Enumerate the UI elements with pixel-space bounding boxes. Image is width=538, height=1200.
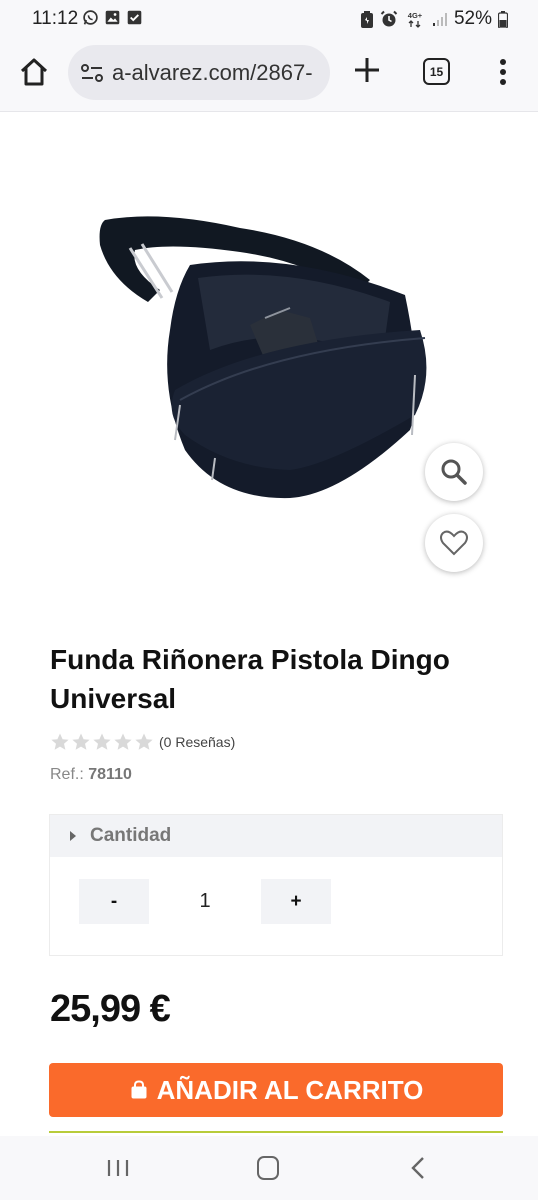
product-rating[interactable]: (0 Reseñas) xyxy=(50,732,235,752)
quantity-header[interactable]: Cantidad xyxy=(50,815,502,857)
system-nav-bar xyxy=(0,1136,538,1200)
new-tab-icon[interactable] xyxy=(352,55,382,85)
site-settings-icon[interactable] xyxy=(80,61,104,85)
reviews-count[interactable]: (0 Reseñas) xyxy=(159,734,235,750)
star-icon xyxy=(93,733,111,750)
quantity-panel: Cantidad - 1 + xyxy=(49,814,503,956)
home-nav-icon[interactable] xyxy=(257,1156,279,1180)
heart-icon xyxy=(440,530,468,556)
quantity-value[interactable]: 1 xyxy=(170,879,240,924)
add-to-cart-label: AÑADIR AL CARRITO xyxy=(156,1074,424,1105)
quantity-label: Cantidad xyxy=(90,825,172,846)
status-bar: 11:12 4G+ 52% xyxy=(0,0,538,36)
star-icon xyxy=(114,733,132,750)
star-icon xyxy=(51,733,69,750)
whatsapp-icon xyxy=(83,10,98,25)
status-right: 4G+ 52% xyxy=(360,8,508,30)
browser-toolbar: a-alvarez.com/2867- 15 xyxy=(0,36,538,112)
quantity-decrease-button[interactable]: - xyxy=(79,879,149,924)
back-icon[interactable] xyxy=(410,1156,426,1180)
product-title: Funda Riñonera Pistola Dingo Universal xyxy=(50,644,450,714)
product-image[interactable] xyxy=(90,200,450,510)
caret-right-icon xyxy=(70,831,76,841)
battery-icon xyxy=(498,10,508,28)
star-icon xyxy=(135,733,153,750)
battery-saver-icon xyxy=(360,10,373,28)
ref-label: Ref.: xyxy=(50,766,84,783)
alarm-icon xyxy=(380,10,398,27)
quantity-increase-button[interactable]: + xyxy=(261,879,331,924)
zoom-button[interactable] xyxy=(425,443,483,501)
battery-percent: 52% xyxy=(453,8,492,29)
shopping-bag-icon xyxy=(131,1080,147,1099)
ref-value: 78110 xyxy=(88,766,132,783)
rating-stars xyxy=(50,732,154,752)
home-icon[interactable] xyxy=(18,56,50,88)
wishlist-button[interactable] xyxy=(425,514,483,572)
signal-icon xyxy=(432,13,447,26)
address-bar[interactable]: a-alvarez.com/2867- xyxy=(68,45,330,100)
network-4g-icon: 4G+ xyxy=(408,11,423,28)
tab-switcher-button[interactable]: 15 xyxy=(423,58,450,85)
divider xyxy=(49,1131,503,1133)
recent-apps-icon[interactable] xyxy=(105,1158,131,1178)
star-icon xyxy=(72,733,90,750)
more-menu-icon[interactable] xyxy=(492,56,514,88)
status-left-icons xyxy=(82,9,143,26)
status-time: 11:12 xyxy=(32,8,79,29)
product-reference: Ref.: 78110 xyxy=(50,766,132,784)
url-text[interactable]: a-alvarez.com/2867- xyxy=(112,60,324,86)
search-icon xyxy=(441,459,467,485)
network-4g-label: 4G+ xyxy=(408,11,423,20)
check-icon xyxy=(127,10,142,25)
gallery-icon xyxy=(105,10,120,25)
add-to-cart-button[interactable]: AÑADIR AL CARRITO xyxy=(49,1063,503,1117)
product-price: 25,99 € xyxy=(50,988,171,1030)
